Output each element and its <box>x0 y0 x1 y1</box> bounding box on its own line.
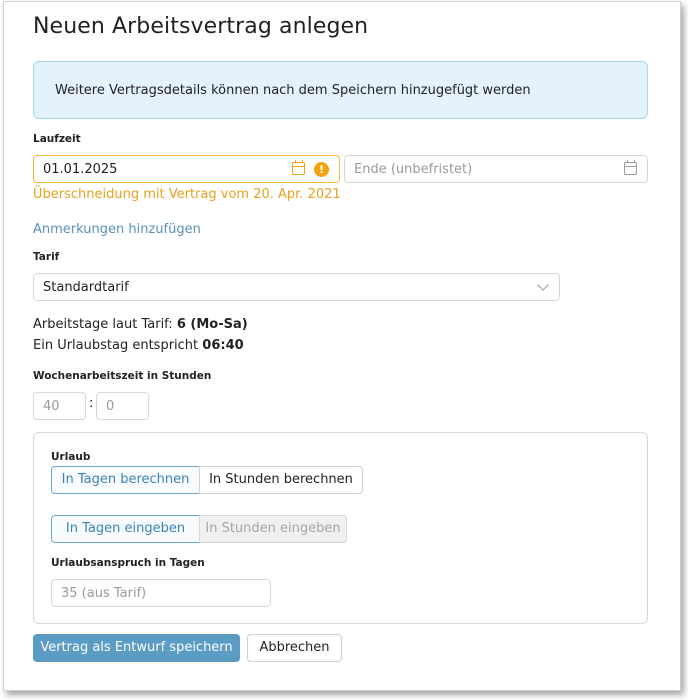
calendar-icon[interactable] <box>292 160 305 175</box>
urlaubstag-label: Ein Urlaubstag entspricht <box>33 338 203 353</box>
wochenarbeitszeit-label: Wochenarbeitszeit in Stunden <box>33 370 212 382</box>
save-draft-button[interactable]: Vertrag als Entwurf speichern <box>33 634 240 662</box>
cancel-button[interactable]: Abbrechen <box>247 634 342 662</box>
end-date-placeholder: Ende (unbefristet) <box>354 162 473 177</box>
calc-days-button[interactable]: In Tagen berechnen <box>51 466 200 494</box>
anspruch-label: Urlaubsanspruch in Tagen <box>51 557 205 569</box>
add-notes-link[interactable]: Anmerkungen hinzufügen <box>33 222 201 237</box>
info-text: Weitere Vertragsdetails können nach dem … <box>55 83 531 98</box>
calc-hours-button[interactable]: In Stunden berechnen <box>199 466 363 494</box>
urlaubsanspruch-input[interactable]: 35 (aus Tarif) <box>51 579 271 607</box>
urlaubstag-value: 06:40 <box>202 338 244 353</box>
overlap-warning: Überschneidung mit Vertrag vom 20. Apr. … <box>33 187 341 202</box>
anspruch-placeholder: 35 (aus Tarif) <box>61 586 147 601</box>
urlaubstag-text: Ein Urlaubstag entspricht 06:40 <box>33 338 244 353</box>
time-separator: : <box>89 396 94 411</box>
arbeitstage-value: 6 (Mo-Sa) <box>176 317 248 332</box>
minutes-placeholder: 0 <box>106 399 115 414</box>
end-date-input[interactable]: Ende (unbefristet) <box>344 155 648 183</box>
contract-dialog: Neuen Arbeitsvertrag anlegen Weitere Ver… <box>3 1 681 691</box>
tarif-label: Tarif <box>33 251 60 263</box>
input-hours-button: In Stunden eingeben <box>199 515 347 543</box>
input-days-button[interactable]: In Tagen eingeben <box>51 515 200 543</box>
calendar-icon[interactable] <box>624 160 637 175</box>
minutes-input[interactable]: 0 <box>96 392 149 420</box>
info-banner: Weitere Vertragsdetails können nach dem … <box>33 61 648 119</box>
laufzeit-label: Laufzeit <box>33 133 81 145</box>
tarif-select[interactable]: Standardtarif <box>33 273 560 301</box>
arbeitstage-text: Arbeitstage laut Tarif: 6 (Mo-Sa) <box>33 317 248 332</box>
arbeitstage-label: Arbeitstage laut Tarif: <box>33 317 177 332</box>
warning-icon: ! <box>314 162 329 177</box>
dialog-title: Neuen Arbeitsvertrag anlegen <box>33 14 369 39</box>
start-date-input[interactable]: 01.01.2025 ! <box>33 155 340 183</box>
tarif-selected-value: Standardtarif <box>43 280 129 295</box>
hours-input[interactable]: 40 <box>33 392 86 420</box>
hours-placeholder: 40 <box>43 399 60 414</box>
chevron-down-icon <box>537 279 549 291</box>
urlaub-label: Urlaub <box>51 451 91 463</box>
start-date-value: 01.01.2025 <box>43 162 118 177</box>
urlaub-panel: Urlaub In Tagen berechnen In Stunden ber… <box>33 432 648 624</box>
